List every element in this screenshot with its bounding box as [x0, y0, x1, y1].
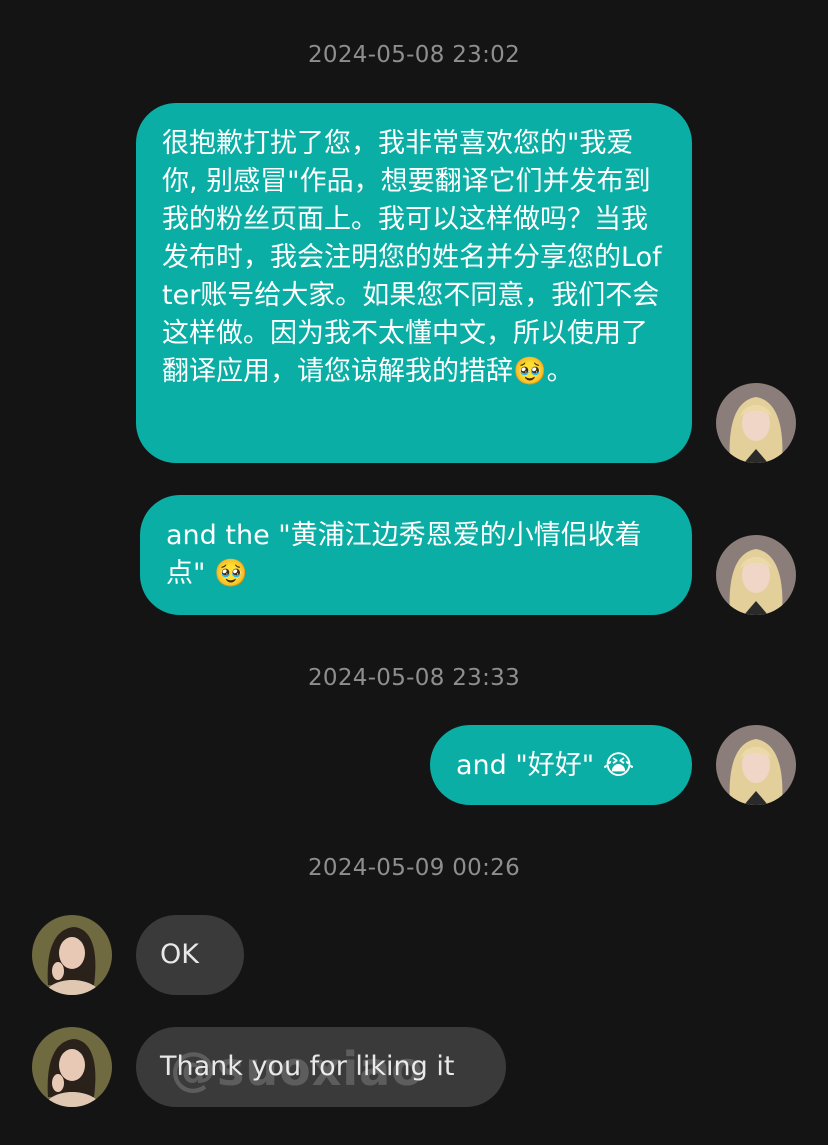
blonde-woman-avatar-icon: [716, 725, 796, 805]
outgoing-message-bubble[interactable]: 很抱歉打扰了您，我非常喜欢您的"我爱你, 别感冒"作品，想要翻译它们并发布到我的…: [136, 103, 692, 463]
incoming-message-bubble[interactable]: OK: [136, 915, 244, 995]
sender-avatar[interactable]: [716, 535, 796, 615]
outgoing-message-bubble[interactable]: and the "黄浦江边秀恩爱的小情侣收着点" 🥹: [140, 495, 692, 615]
receiver-avatar[interactable]: [32, 1027, 112, 1107]
timestamp: 2024-05-09 00:26: [307, 855, 521, 881]
timestamp: 2024-05-08 23:33: [307, 665, 521, 691]
timestamp: 2024-05-08 23:02: [307, 42, 521, 68]
dark-haired-woman-avatar-icon: [32, 915, 112, 995]
outgoing-message-bubble[interactable]: and "好好" 😭: [430, 725, 692, 805]
incoming-message-bubble[interactable]: Thank you for liking it: [136, 1027, 506, 1107]
dark-haired-woman-avatar-icon: [32, 1027, 112, 1107]
receiver-avatar[interactable]: [32, 915, 112, 995]
sender-avatar[interactable]: [716, 725, 796, 805]
blonde-woman-avatar-icon: [716, 535, 796, 615]
sender-avatar[interactable]: [716, 383, 796, 463]
blonde-woman-avatar-icon: [716, 383, 796, 463]
